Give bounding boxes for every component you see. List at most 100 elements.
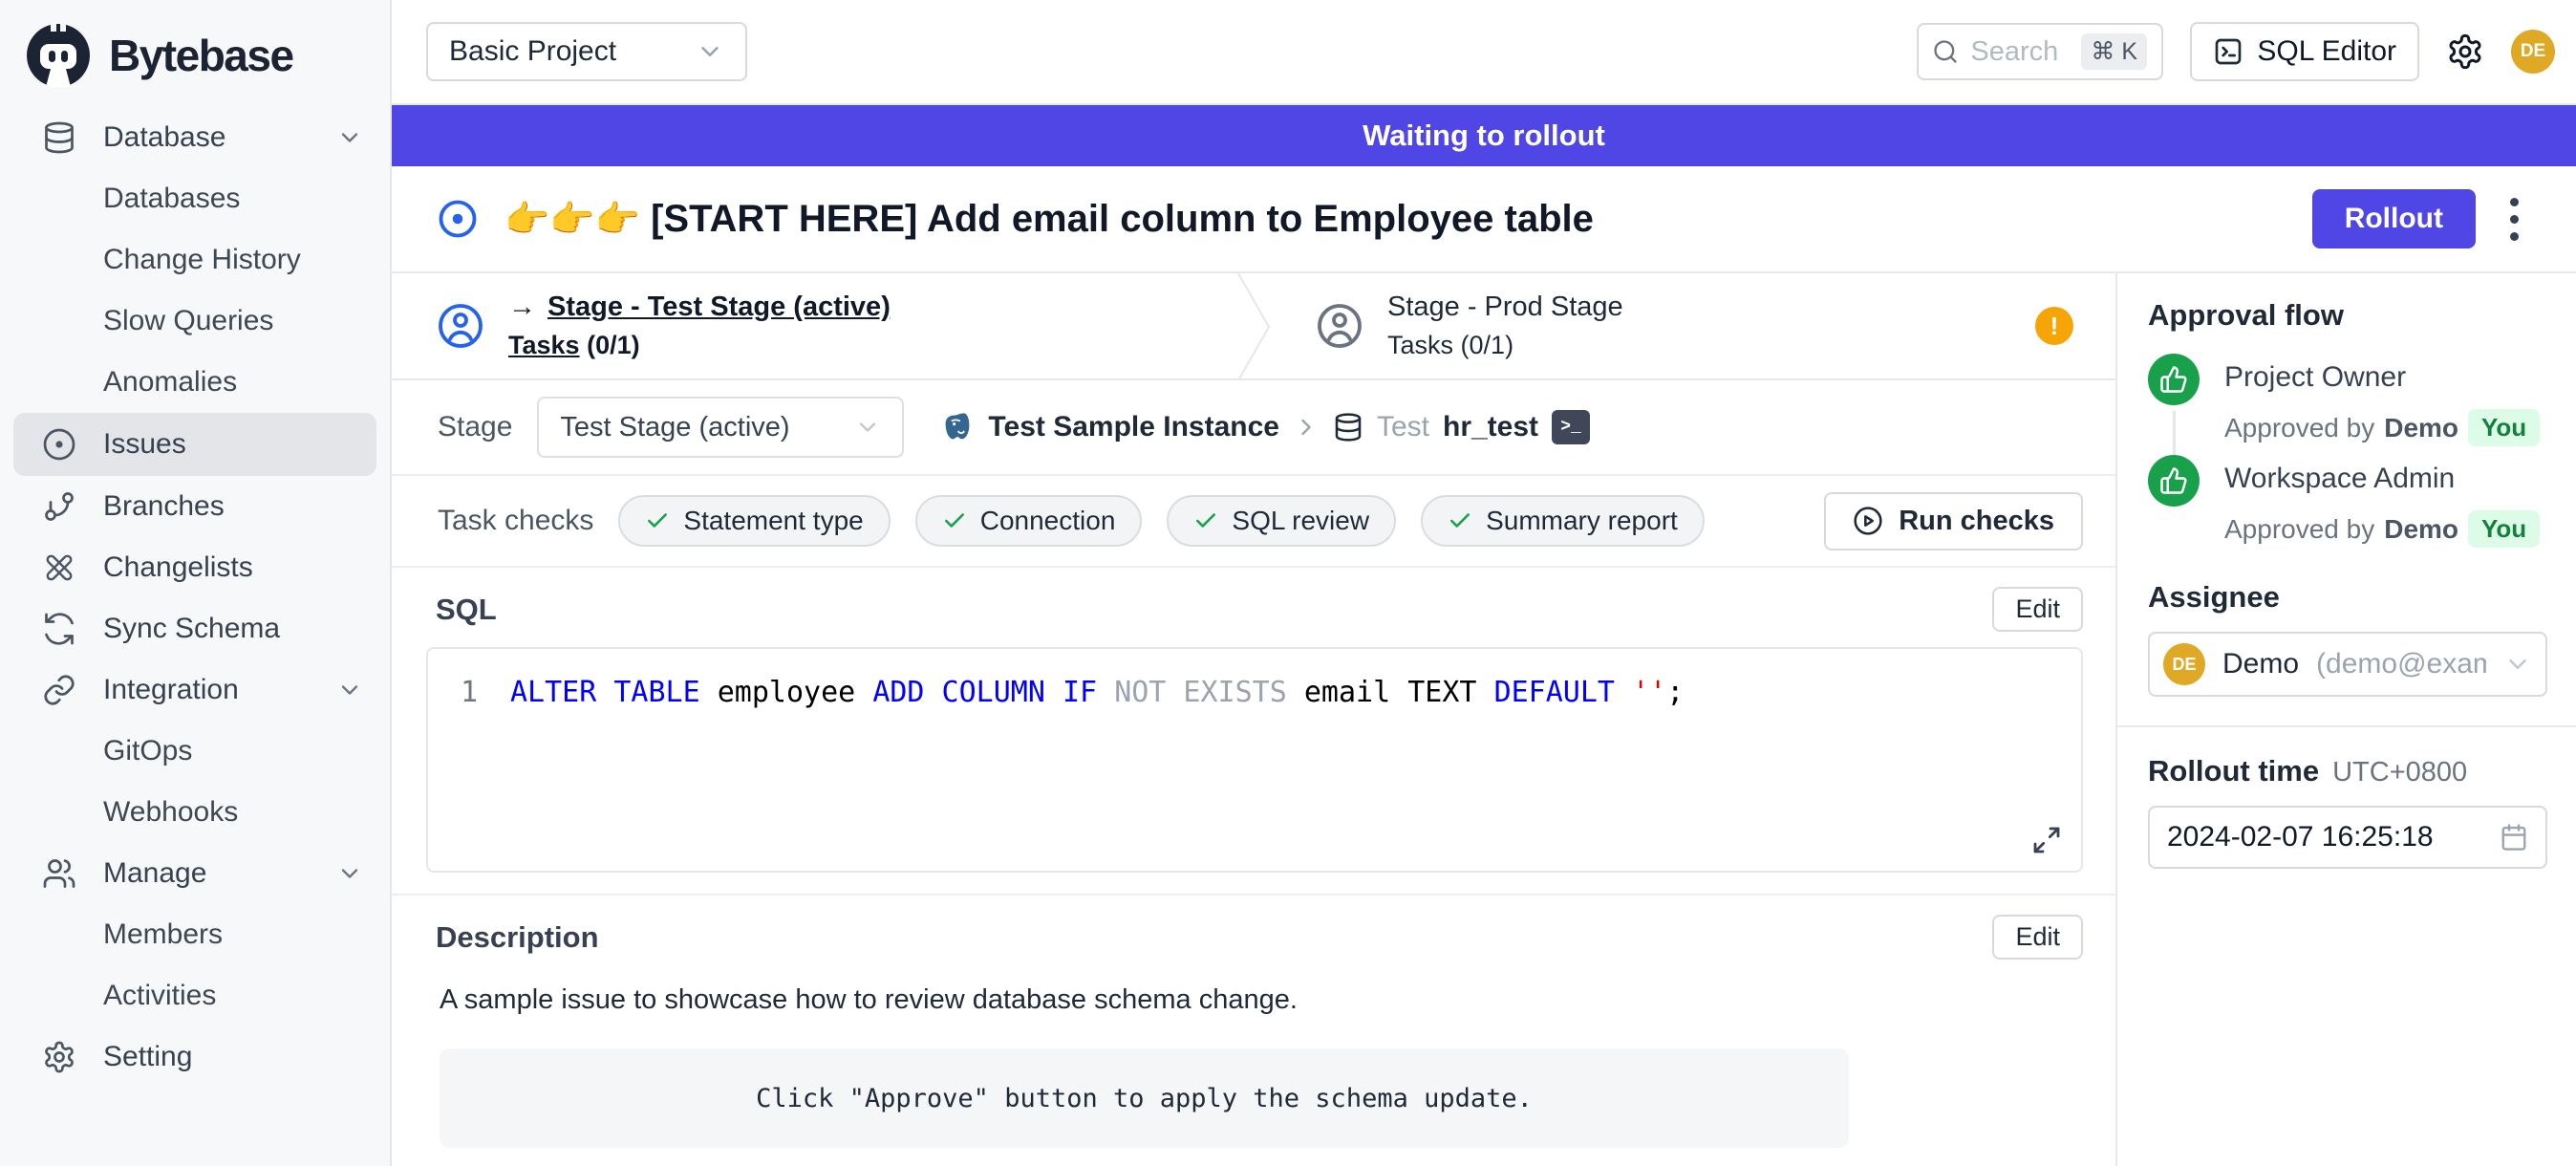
database-icon: [1333, 412, 1363, 443]
open-sql-editor-icon[interactable]: >_: [1552, 410, 1590, 444]
topbar: Basic Project ⌘ K SQL Editor DE: [392, 0, 2576, 105]
main-column: Basic Project ⌘ K SQL Editor DE Waiting …: [392, 0, 2576, 1166]
sql-label: SQL: [426, 593, 497, 627]
sidebar-item-database[interactable]: Database: [0, 107, 390, 168]
sidebar-item-label: Changelists: [103, 551, 253, 584]
sidebar-item-slow-queries[interactable]: Slow Queries: [0, 291, 390, 352]
chevron-down-icon: [336, 860, 363, 887]
sidebar-item-integration[interactable]: Integration: [0, 659, 390, 721]
description-label: Description: [426, 920, 599, 955]
task-check-pills: Statement type Connection SQL review: [618, 495, 1704, 547]
sidebar-item-changelists[interactable]: Changelists: [0, 537, 390, 598]
sidebar-item-label: Branches: [103, 490, 225, 523]
stage-prod-tasks[interactable]: Tasks (0/1): [1387, 331, 1623, 360]
database-breadcrumb: Test Sample Instance Test hr_test >_: [940, 410, 1590, 444]
description-head: Description Edit: [426, 915, 2083, 960]
chevron-down-icon: [696, 37, 724, 66]
task-checks-label: Task checks: [438, 505, 593, 537]
stage-prod-name: Stage - Prod Stage: [1387, 292, 1623, 323]
stage-select-row: Stage Test Stage (active) Test Sample In…: [392, 380, 2115, 476]
stage-test-name: → Stage - Test Stage (active): [508, 292, 891, 323]
sidebar-item-anomalies[interactable]: Anomalies: [0, 352, 390, 413]
sql-editor-button[interactable]: SQL Editor: [2190, 22, 2419, 81]
sidebar-item-label: Members: [103, 918, 223, 951]
approval-role: Workspace Admin: [2224, 463, 2540, 495]
stage-test[interactable]: → Stage - Test Stage (active) Tasks (0/1…: [392, 273, 1236, 378]
approval-step-body: Project Owner Approved by Demo You: [2224, 354, 2540, 455]
users-icon: [42, 856, 76, 891]
approval-step-rail: [2148, 354, 2200, 455]
arrow-right-icon: →: [508, 292, 536, 323]
pointing-emoji: 👉👉👉: [504, 200, 640, 240]
stage-select-value: Test Stage (active): [560, 412, 789, 443]
chevron-down-icon: [336, 677, 363, 703]
logo[interactable]: Bytebase: [0, 0, 390, 107]
rollout-button[interactable]: Rollout: [2312, 189, 2476, 248]
stage-prod-lines: Stage - Prod Stage Tasks (0/1): [1387, 292, 1623, 360]
topbar-right: ⌘ K SQL Editor DE: [1917, 22, 2555, 81]
check-sql-review[interactable]: SQL review: [1167, 495, 1396, 547]
search-input[interactable]: [1970, 36, 2070, 68]
sidebar-item-sync-schema[interactable]: Sync Schema: [0, 598, 390, 659]
chevron-down-icon: [336, 124, 363, 151]
rollout-time-head: Rollout time UTC+0800: [2148, 754, 2547, 788]
sidebar-item-members[interactable]: Members: [0, 904, 390, 965]
database-name[interactable]: hr_test: [1443, 411, 1538, 443]
search-input-wrap[interactable]: ⌘ K: [1917, 23, 2163, 80]
sql-section-head: SQL Edit: [426, 587, 2083, 632]
stage-select[interactable]: Test Stage (active): [537, 397, 904, 458]
project-selector-value: Basic Project: [449, 35, 616, 68]
gear-icon: [42, 1040, 76, 1074]
sidebar-item-gitops[interactable]: GitOps: [0, 721, 390, 782]
rollout-time-input[interactable]: 2024-02-07 16:25:18: [2148, 806, 2547, 869]
sidebar: Bytebase Database Databases Change Histo…: [0, 0, 392, 1166]
sidebar-item-setting[interactable]: Setting: [0, 1026, 390, 1088]
description-code-block: Click "Approve" button to apply the sche…: [440, 1048, 1849, 1148]
check-connection[interactable]: Connection: [915, 495, 1143, 547]
expand-icon[interactable]: [2031, 825, 2062, 855]
sidebar-item-label: Issues: [103, 428, 186, 461]
sidebar-item-issues[interactable]: Issues: [13, 413, 376, 476]
rail-connector: [2173, 411, 2176, 455]
stage-label: Stage: [438, 411, 512, 443]
circle-dot-icon: [42, 427, 76, 462]
sidebar-item-label: Webhooks: [103, 796, 238, 829]
check-summary-report[interactable]: Summary report: [1421, 495, 1705, 547]
sidebar-item-activities[interactable]: Activities: [0, 965, 390, 1026]
chevron-right-icon: [1293, 414, 1320, 441]
sidebar-item-databases[interactable]: Databases: [0, 168, 390, 229]
user-avatar[interactable]: DE: [2511, 30, 2555, 74]
sidebar-item-change-history[interactable]: Change History: [0, 229, 390, 291]
kebab-menu-icon[interactable]: [2502, 190, 2526, 248]
sidebar-item-webhooks[interactable]: Webhooks: [0, 782, 390, 843]
database-icon: [42, 120, 76, 155]
approver-name: Demo: [2384, 413, 2458, 443]
assignee-select[interactable]: DE Demo (demo@example: [2148, 632, 2547, 697]
stage-prod[interactable]: Stage - Prod Stage Tasks (0/1) !: [1271, 273, 2115, 378]
sql-editor[interactable]: 1 ALTER TABLE employee ADD COLUMN IF NOT…: [426, 647, 2083, 873]
sql-edit-button[interactable]: Edit: [1992, 587, 2083, 632]
project-selector[interactable]: Basic Project: [426, 22, 747, 81]
sidebar-nav: Database Databases Change History Slow Q…: [0, 107, 390, 1088]
main-pane: → Stage - Test Stage (active) Tasks (0/1…: [392, 273, 2115, 1166]
you-badge: You: [2468, 409, 2540, 446]
git-branch-icon: [42, 489, 76, 524]
approval-step-workspace-admin: Workspace Admin Approved by Demo You: [2148, 455, 2547, 548]
stage-flow: → Stage - Test Stage (active) Tasks (0/1…: [392, 273, 2115, 380]
terminal-icon: [2213, 36, 2243, 67]
instance-name[interactable]: Test Sample Instance: [988, 411, 1279, 443]
approval-step-project-owner: Project Owner Approved by Demo You: [2148, 354, 2547, 455]
sidebar-item-label: Sync Schema: [103, 613, 280, 645]
stage-test-tasks[interactable]: Tasks (0/1): [508, 331, 891, 360]
check-icon: [1193, 508, 1218, 533]
run-checks-button[interactable]: Run checks: [1824, 492, 2083, 551]
link-icon: [42, 673, 76, 707]
check-statement-type[interactable]: Statement type: [618, 495, 890, 547]
sidebar-item-label: Databases: [103, 183, 240, 215]
gear-icon[interactable]: [2446, 32, 2484, 71]
sidebar-item-label: Change History: [103, 244, 301, 276]
sidebar-item-manage[interactable]: Manage: [0, 843, 390, 904]
bytebase-logo-icon: [21, 18, 96, 93]
description-edit-button[interactable]: Edit: [1992, 915, 2083, 960]
sidebar-item-branches[interactable]: Branches: [0, 476, 390, 537]
